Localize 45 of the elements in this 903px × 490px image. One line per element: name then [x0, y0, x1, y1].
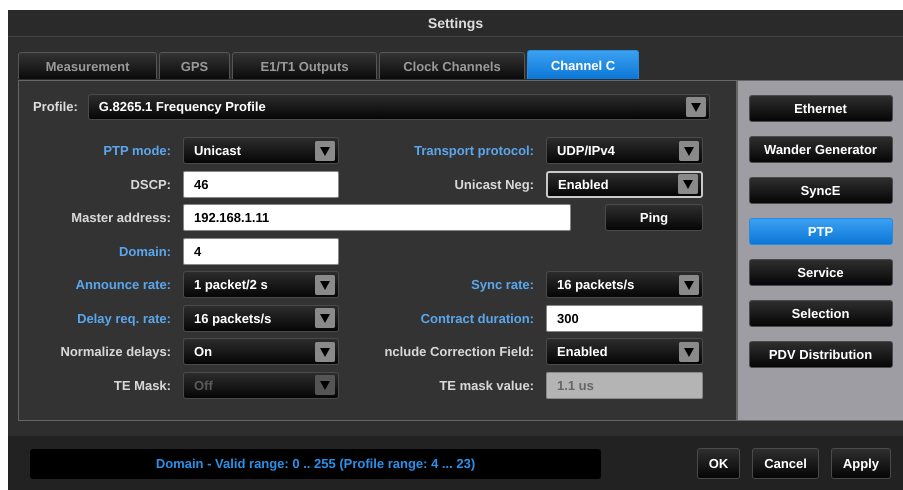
field-label: DSCP: — [130, 176, 171, 192]
input-field[interactable]: 192.168.1.11 — [183, 204, 571, 231]
dropdown[interactable]: Unicast — [183, 137, 339, 164]
side-menu-button[interactable]: PDV Distribution — [748, 341, 892, 368]
input-field[interactable]: 4 — [183, 238, 339, 264]
tab[interactable]: E1/T1 Outputs — [232, 52, 377, 79]
dialog-button[interactable]: OK — [696, 448, 740, 479]
field-label: Contract duration: — [420, 310, 534, 326]
dropdown[interactable]: Enabled — [546, 338, 703, 365]
field-label: Unicast Neg: — [454, 176, 534, 192]
field-label: TE mask value: — [438, 378, 534, 392]
field-label: PTP mode: — [102, 143, 171, 158]
side-menu-button[interactable]: SyncE — [748, 177, 892, 204]
field-label: Sync rate: — [470, 277, 534, 292]
tab[interactable]: Channel C — [527, 50, 639, 79]
dropdown[interactable]: 1 packet/2 s — [183, 271, 339, 298]
field-label: Domain: — [118, 244, 171, 258]
tab[interactable]: Clock Channels — [379, 52, 525, 79]
side-menu-button[interactable]: Service — [748, 259, 892, 286]
field-label: Normalize delays: — [59, 344, 171, 359]
window-title: Settings — [8, 10, 903, 37]
dialog-button[interactable]: Apply — [830, 448, 891, 479]
dropdown[interactable]: G.8265.1 Frequency Profile — [88, 94, 710, 120]
side-menu-button[interactable]: Selection — [748, 300, 892, 327]
field-label: Announce rate: — [74, 277, 171, 292]
dropdown[interactable]: 16 packets/s — [183, 304, 339, 332]
ping-button[interactable]: Ping — [605, 204, 703, 231]
field-label: TE Mask: — [112, 378, 171, 392]
dropdown[interactable]: 16 packets/s — [546, 271, 703, 298]
field-label: Transport protocol: — [413, 143, 534, 158]
input-field[interactable]: 46 — [183, 170, 339, 198]
input-field[interactable]: 300 — [546, 304, 703, 332]
tab[interactable]: GPS — [159, 52, 230, 79]
field-label: nclude Correction Field: — [383, 344, 534, 359]
field-label: Profile: — [33, 99, 78, 114]
dropdown[interactable]: On — [183, 338, 339, 365]
dialog-button[interactable]: Cancel — [752, 448, 819, 479]
side-menu-button[interactable]: Ethernet — [748, 95, 892, 122]
tab[interactable]: Measurement — [18, 52, 157, 79]
status-message: Domain - Valid range: 0 .. 255 (Profile range: 4 ... 23) — [30, 448, 601, 478]
field-label: Master address: — [70, 210, 171, 225]
dropdown[interactable]: Enabled — [546, 170, 703, 198]
dropdown[interactable]: UDP/IPv4 — [546, 137, 703, 164]
side-menu-button[interactable]: Wander Generator — [748, 136, 892, 163]
field-label: Delay req. rate: — [76, 310, 171, 326]
